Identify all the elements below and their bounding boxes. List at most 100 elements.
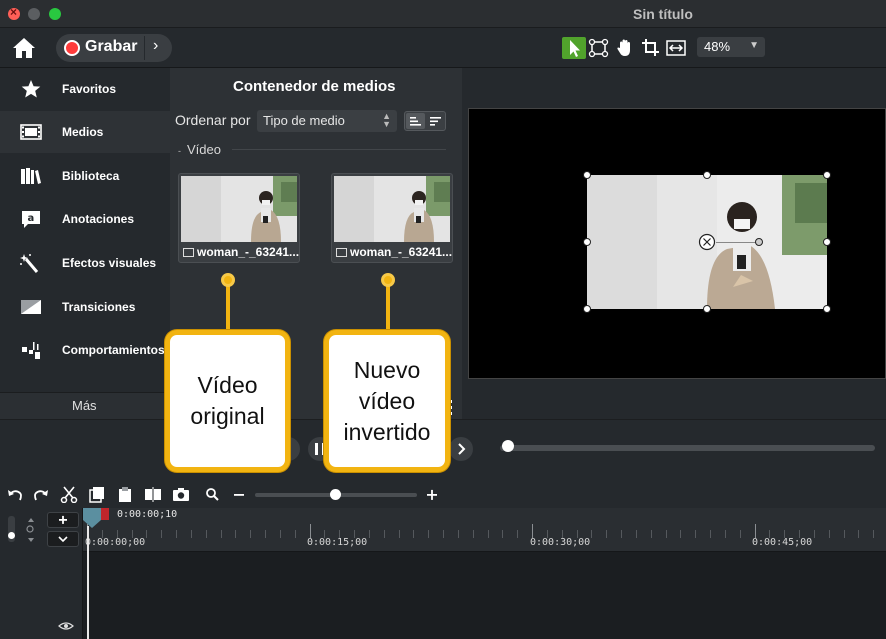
svg-text:a: a bbox=[28, 213, 35, 224]
preview-scrubber[interactable] bbox=[500, 445, 875, 451]
ruler-tick bbox=[279, 530, 281, 538]
ruler-tick bbox=[443, 530, 444, 538]
sidebar-item-favoritos[interactable]: Favoritos bbox=[0, 68, 170, 110]
track-row[interactable] bbox=[83, 552, 886, 639]
ruler-tick bbox=[665, 530, 667, 538]
sidebar-item-label: Comportamientos bbox=[62, 343, 165, 357]
sidebar-item-anotaciones[interactable]: a Anotaciones bbox=[0, 198, 170, 240]
sort-label: Ordenar por bbox=[175, 112, 251, 128]
fit-canvas-button[interactable] bbox=[664, 37, 688, 59]
crop-tool-button[interactable] bbox=[639, 37, 663, 59]
minimize-window-button[interactable] bbox=[28, 8, 40, 20]
resize-handle[interactable] bbox=[703, 305, 711, 313]
timeline-ruler[interactable]: 0:00:00;00 0:00:15;00 0:00:30;00 0:00:45… bbox=[83, 508, 886, 552]
ruler-tick bbox=[739, 530, 741, 538]
fit-canvas-icon bbox=[666, 40, 686, 56]
pan-tool-button[interactable] bbox=[613, 37, 637, 59]
zoom-out-icon[interactable] bbox=[230, 486, 248, 503]
ruler-tick bbox=[294, 530, 296, 538]
rotate-center-icon[interactable] bbox=[698, 233, 716, 251]
track-height-knob[interactable] bbox=[8, 532, 15, 539]
ruler-tick bbox=[190, 530, 192, 538]
group-divider bbox=[232, 149, 446, 150]
chevron-down-icon: ▼ bbox=[749, 40, 759, 51]
ruler-tick bbox=[220, 530, 222, 538]
resize-handle[interactable] bbox=[583, 238, 591, 246]
track-header-panel bbox=[0, 508, 83, 639]
view-toggle bbox=[404, 111, 446, 131]
cursor-tool-icon bbox=[570, 40, 580, 57]
eye-icon[interactable] bbox=[58, 621, 74, 631]
star-icon bbox=[21, 80, 41, 98]
annotation-icon: a bbox=[22, 211, 40, 228]
next-frame-button[interactable] bbox=[449, 437, 473, 461]
ruler-tick bbox=[161, 530, 163, 538]
scrubber-knob[interactable] bbox=[502, 440, 514, 452]
timeline: 0:00:00;00 0:00:15;00 0:00:30;00 0:00:45… bbox=[0, 508, 886, 639]
maximize-window-button[interactable] bbox=[49, 8, 61, 20]
sort-ascending-button[interactable] bbox=[406, 113, 425, 129]
media-item[interactable]: woman_-_63241... bbox=[178, 173, 300, 263]
tools-sidebar: Favoritos Medios Biblioteca a Anotacione… bbox=[0, 68, 170, 419]
playhead-line[interactable] bbox=[87, 526, 89, 639]
callout-text: Nuevo vídeo invertido bbox=[343, 356, 431, 445]
camera-icon[interactable] bbox=[172, 486, 190, 503]
media-item-name: woman_-_63241... bbox=[197, 245, 300, 259]
plus-icon bbox=[59, 515, 67, 524]
close-window-button[interactable] bbox=[8, 5, 20, 20]
home-button[interactable] bbox=[12, 37, 36, 59]
resize-handle[interactable] bbox=[823, 305, 831, 313]
more-button[interactable]: Más bbox=[0, 392, 170, 419]
magic-wand-icon bbox=[20, 254, 39, 273]
group-label: Vídeo bbox=[187, 142, 221, 157]
cut-icon[interactable] bbox=[60, 486, 78, 503]
ruler-tick bbox=[680, 530, 682, 538]
film-icon bbox=[20, 124, 42, 140]
sidebar-item-efectos-visuales[interactable]: Efectos visuales bbox=[0, 242, 170, 284]
paste-icon[interactable] bbox=[116, 486, 134, 503]
zoom-value: 48% bbox=[704, 39, 731, 54]
media-item[interactable]: woman_-_63241... bbox=[331, 173, 453, 263]
ruler-tick bbox=[606, 530, 608, 538]
sidebar-item-medios[interactable]: Medios bbox=[0, 111, 170, 153]
ruler-tick bbox=[843, 530, 845, 538]
pan-hand-icon bbox=[617, 39, 630, 56]
group-header[interactable]: - Vídeo bbox=[178, 142, 221, 157]
track-options-button[interactable] bbox=[47, 531, 79, 547]
zoom-in-icon[interactable] bbox=[423, 486, 441, 503]
resize-handle[interactable] bbox=[703, 171, 711, 179]
ruler-tick bbox=[650, 530, 652, 538]
cursor-tool-button[interactable] bbox=[562, 37, 586, 59]
sort-select[interactable]: Tipo de medio ▲ ▼ bbox=[257, 110, 397, 132]
redo-icon[interactable] bbox=[32, 486, 50, 503]
resize-handle[interactable] bbox=[583, 305, 591, 313]
canvas-zoom-select[interactable]: 48% ▼ bbox=[697, 37, 765, 57]
sort-descending-icon bbox=[430, 117, 441, 126]
playhead-end-flag[interactable] bbox=[101, 508, 109, 520]
sidebar-item-biblioteca[interactable]: Biblioteca bbox=[0, 155, 170, 197]
chevron-down-icon bbox=[58, 536, 68, 543]
timeline-zoom-knob[interactable] bbox=[330, 489, 341, 500]
sidebar-item-transiciones[interactable]: Transiciones bbox=[0, 286, 170, 328]
resize-handle[interactable] bbox=[583, 171, 591, 179]
sidebar-item-comportamientos[interactable]: Comportamientos bbox=[0, 329, 170, 371]
copy-icon[interactable] bbox=[88, 486, 106, 503]
split-icon[interactable] bbox=[144, 486, 162, 503]
callout-pointer-dot bbox=[221, 273, 235, 287]
transition-icon bbox=[21, 300, 41, 314]
resize-handle[interactable] bbox=[823, 238, 831, 246]
add-track-button[interactable] bbox=[47, 512, 79, 528]
sort-descending-button[interactable] bbox=[426, 113, 445, 129]
undo-icon[interactable] bbox=[6, 486, 24, 503]
ruler-tick bbox=[250, 530, 252, 538]
record-button[interactable]: Grabar › bbox=[56, 34, 172, 62]
chevron-right-icon[interactable]: › bbox=[153, 37, 158, 55]
edit-points-button[interactable] bbox=[587, 37, 611, 59]
track-zoom-icon bbox=[26, 518, 34, 542]
preview-canvas[interactable] bbox=[468, 108, 886, 379]
rotate-handle[interactable] bbox=[755, 238, 763, 246]
chevron-right-icon bbox=[458, 443, 466, 455]
ruler-tick bbox=[858, 530, 860, 538]
more-label: Más bbox=[72, 398, 97, 413]
resize-handle[interactable] bbox=[823, 171, 831, 179]
